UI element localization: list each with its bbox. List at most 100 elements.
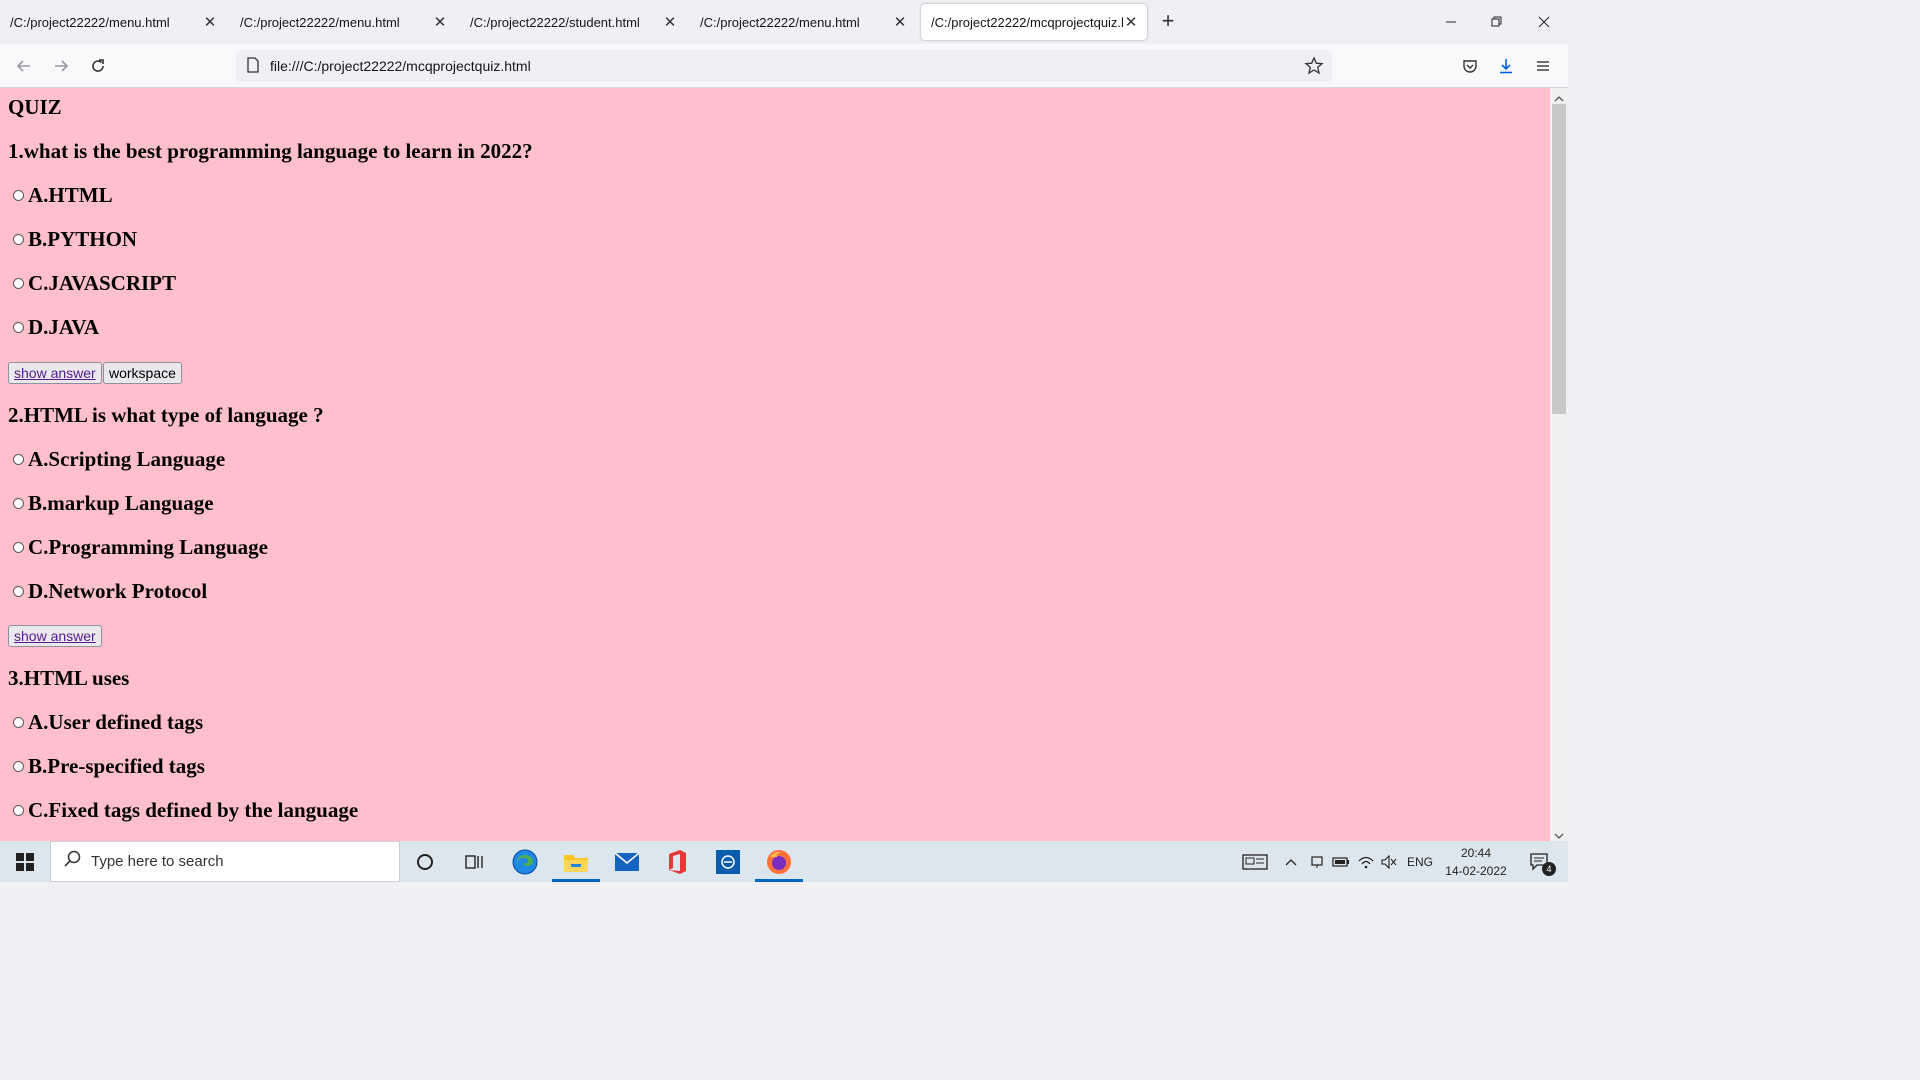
nav-toolbar: file:///C:/project22222/mcqprojectquiz.h… [0, 44, 1568, 88]
office-icon[interactable] [652, 841, 702, 882]
q1-option-a[interactable]: A.HTML [13, 183, 113, 208]
close-icon[interactable]: ✕ [202, 13, 218, 31]
option-label: B.PYTHON [28, 227, 138, 251]
option-label: C.JAVASCRIPT [28, 271, 177, 295]
back-icon[interactable] [10, 52, 38, 80]
restore-icon[interactable] [1474, 0, 1520, 44]
scroll-down-icon[interactable] [1554, 828, 1564, 839]
page-content: QUIZ 1.what is the best programming lang… [0, 88, 1550, 841]
task-view-icon[interactable] [450, 841, 500, 882]
notifications-icon[interactable]: 4 [1520, 841, 1560, 882]
page-title: QUIZ [8, 95, 62, 119]
page-icon [246, 57, 260, 78]
radio-button[interactable] [13, 542, 24, 553]
option-label: B.Pre-specified tags [28, 754, 205, 778]
volume-muted-icon[interactable] [1378, 841, 1400, 882]
q1-option-d[interactable]: D.JAVA [13, 315, 99, 340]
tab-title: /C:/project22222/menu.html [700, 14, 860, 30]
option-label: C.Programming Language [28, 535, 268, 559]
downloads-icon[interactable] [1492, 52, 1520, 80]
option-label: A.User defined tags [28, 710, 204, 734]
q3-option-c[interactable]: C.Fixed tags defined by the language [13, 798, 358, 823]
reload-icon[interactable] [84, 52, 112, 80]
tab-strip: /C:/project22222/menu.html ✕ /C:/project… [0, 0, 1568, 44]
language-indicator[interactable]: ENG [1404, 841, 1436, 882]
q2-option-c[interactable]: C.Programming Language [13, 535, 268, 560]
radio-button[interactable] [13, 805, 24, 816]
edge-browser-icon[interactable] [500, 841, 550, 882]
q1-show-answer-button[interactable]: show answer [8, 362, 102, 384]
meet-now-icon[interactable] [1306, 841, 1328, 882]
scrollbar-thumb[interactable] [1552, 104, 1566, 414]
q3-option-b[interactable]: B.Pre-specified tags [13, 754, 205, 779]
notification-count-badge: 4 [1542, 862, 1556, 876]
tab-menu-1[interactable]: /C:/project22222/menu.html ✕ [0, 4, 226, 40]
search-icon [63, 850, 81, 873]
new-tab-button[interactable]: + [1156, 10, 1180, 34]
close-icon[interactable]: ✕ [662, 13, 678, 31]
tab-menu-3[interactable]: /C:/project22222/menu.html ✕ [690, 4, 916, 40]
minimize-icon[interactable] [1428, 0, 1474, 44]
workspace-button[interactable]: workspace [103, 362, 182, 384]
radio-button[interactable] [13, 278, 24, 289]
radio-button[interactable] [13, 498, 24, 509]
close-window-icon[interactable] [1521, 0, 1567, 44]
radio-button[interactable] [13, 717, 24, 728]
option-label: A.Scripting Language [28, 447, 226, 471]
q2-option-d[interactable]: D.Network Protocol [13, 579, 207, 604]
search-placeholder: Type here to search [91, 853, 224, 870]
tab-title: /C:/project22222/mcqprojectquiz.html [931, 14, 1123, 30]
tab-title: /C:/project22222/menu.html [240, 14, 400, 30]
cortana-icon[interactable] [400, 841, 450, 882]
menu-hamburger-icon[interactable] [1529, 52, 1557, 80]
forward-icon[interactable] [47, 52, 75, 80]
firefox-icon[interactable] [754, 841, 804, 882]
q2-show-answer-button[interactable]: show answer [8, 625, 102, 647]
option-label: D.Network Protocol [28, 579, 208, 603]
bookmark-star-icon[interactable] [1304, 56, 1324, 81]
q3-option-a[interactable]: A.User defined tags [13, 710, 203, 735]
radio-button[interactable] [13, 234, 24, 245]
battery-icon[interactable] [1330, 841, 1352, 882]
pocket-icon[interactable] [1456, 52, 1484, 80]
app-icon[interactable] [703, 841, 753, 882]
radio-button[interactable] [13, 454, 24, 465]
taskbar-search-input[interactable]: Type here to search [50, 841, 400, 882]
option-label: D.JAVA [28, 315, 99, 339]
close-icon[interactable]: ✕ [432, 13, 448, 31]
keyboard-icon[interactable] [1238, 841, 1272, 882]
scroll-up-icon[interactable] [1554, 91, 1564, 102]
option-label: C.Fixed tags defined by the language [28, 798, 359, 822]
taskbar: Type here to search ENG 20:44 14-02-2022… [0, 841, 1568, 882]
radio-button[interactable] [13, 190, 24, 201]
wifi-icon[interactable] [1355, 841, 1377, 882]
mail-icon[interactable] [602, 841, 652, 882]
question-2-text: 2.HTML is what type of language ? [8, 403, 324, 427]
radio-button[interactable] [13, 322, 24, 333]
tab-title: /C:/project22222/student.html [470, 14, 640, 30]
option-label: B.markup Language [28, 491, 214, 515]
q2-option-b[interactable]: B.markup Language [13, 491, 214, 516]
radio-button[interactable] [13, 761, 24, 772]
q1-option-c[interactable]: C.JAVASCRIPT [13, 271, 176, 296]
tab-menu-2[interactable]: /C:/project22222/menu.html ✕ [230, 4, 456, 40]
close-icon[interactable]: ✕ [892, 13, 908, 31]
q1-option-b[interactable]: B.PYTHON [13, 227, 137, 252]
tab-mcqprojectquiz[interactable]: /C:/project22222/mcqprojectquiz.html ✕ [921, 4, 1147, 40]
radio-button[interactable] [13, 586, 24, 597]
clock-time: 20:44 [1460, 846, 1492, 860]
windows-start-icon[interactable] [0, 841, 50, 882]
tab-student[interactable]: /C:/project22222/student.html ✕ [460, 4, 686, 40]
close-icon[interactable]: ✕ [1123, 13, 1139, 31]
url-text: file:///C:/project22222/mcqprojectquiz.h… [270, 58, 531, 74]
question-3-text: 3.HTML uses [8, 666, 130, 690]
address-bar[interactable]: file:///C:/project22222/mcqprojectquiz.h… [236, 50, 1332, 82]
chevron-up-icon[interactable] [1281, 841, 1301, 882]
q2-option-a[interactable]: A.Scripting Language [13, 447, 225, 472]
option-label: A.HTML [28, 183, 113, 207]
question-1-text: 1.what is the best programming language … [8, 139, 533, 163]
file-explorer-icon[interactable] [551, 841, 601, 882]
clock[interactable]: 20:44 14-02-2022 [1438, 844, 1514, 880]
tab-title: /C:/project22222/menu.html [10, 14, 170, 30]
clock-date: 14-02-2022 [1445, 864, 1507, 878]
